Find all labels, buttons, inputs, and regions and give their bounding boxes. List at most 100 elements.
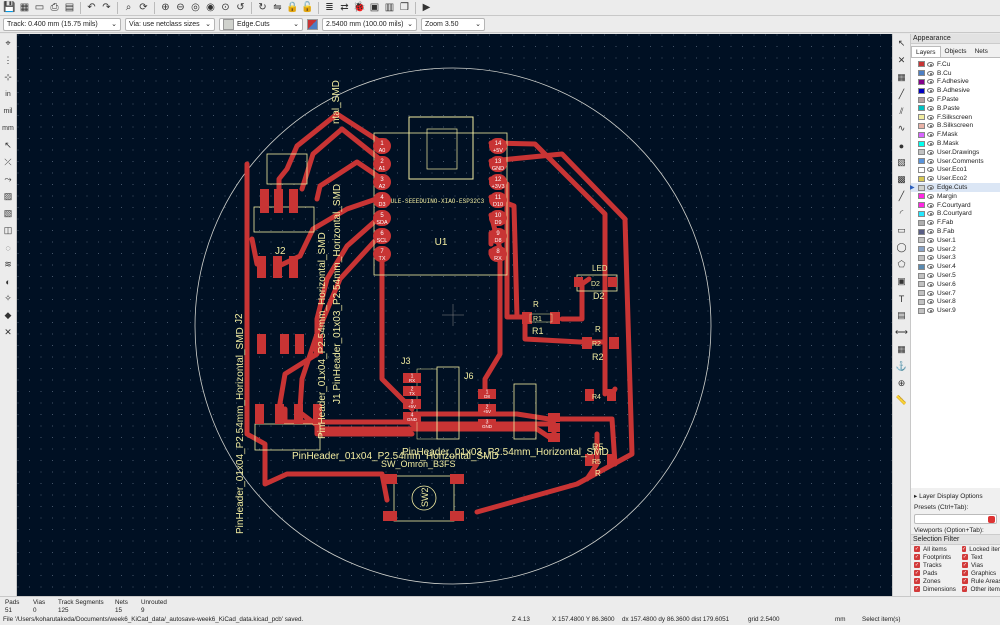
rectangle-icon[interactable]: ▭ <box>895 224 909 237</box>
unlock-icon[interactable]: 🔓 <box>301 1 314 14</box>
layer-color-swatch[interactable] <box>918 166 925 173</box>
layer-row[interactable]: User.9 <box>911 306 1000 315</box>
zone-icon[interactable]: ▧ <box>895 156 909 169</box>
lock-icon[interactable]: 🔒 <box>286 1 299 14</box>
tab-nets[interactable]: Nets <box>971 46 992 57</box>
pcb-drawing[interactable]: MODULE-SEEEDUINO-XIAO-ESP32C3 U1 1A02A13… <box>17 34 892 596</box>
checkbox-icon[interactable]: ✓ <box>962 586 968 592</box>
layer-row[interactable]: B.Courtyard <box>911 210 1000 219</box>
route-track-icon[interactable]: ╱ <box>895 88 909 101</box>
layer-row[interactable]: User.Drawings <box>911 148 1000 157</box>
track-width-select[interactable]: Track: 0.400 mm (15.75 mils) ⌄ <box>3 17 121 31</box>
zoom-in-icon[interactable]: ⊕ <box>159 1 172 14</box>
layer-row[interactable]: User.7 <box>911 289 1000 298</box>
image-icon[interactable]: ▣ <box>895 275 909 288</box>
mil-icon[interactable]: mil <box>2 105 15 118</box>
layer-color-swatch[interactable] <box>918 237 925 244</box>
via-size-select[interactable]: Via: use netclass sizes ⌄ <box>125 17 215 31</box>
checkbox-icon[interactable]: ✓ <box>914 562 920 568</box>
ratsnest-icon[interactable]: ⤫ <box>2 156 15 169</box>
netlist-icon[interactable]: ≣ <box>323 1 336 14</box>
local-ratsnest-icon[interactable]: ✕ <box>895 54 909 67</box>
eye-icon[interactable] <box>927 114 934 120</box>
tune-length-icon[interactable]: ∿ <box>895 122 909 135</box>
layer-row[interactable]: User.8 <box>911 298 1000 307</box>
rotate-ccw-icon[interactable]: ↺ <box>234 1 247 14</box>
eye-icon[interactable] <box>927 193 934 199</box>
checkbox-icon[interactable]: ✓ <box>914 578 920 584</box>
eye-icon[interactable] <box>927 176 934 182</box>
anchor-icon[interactable]: ⚓ <box>895 360 909 373</box>
zoom-select[interactable]: Zoom 3.50 ⌄ <box>421 17 485 31</box>
layer-color-swatch[interactable] <box>918 70 925 77</box>
text-icon[interactable]: T <box>895 292 909 305</box>
grid-icon[interactable]: ⋮ <box>2 54 15 67</box>
find-icon[interactable]: ⌕ <box>122 1 135 14</box>
polar-icon[interactable]: ⊹ <box>2 71 15 84</box>
checkbox-icon[interactable]: ✓ <box>914 546 920 552</box>
tab-objects[interactable]: Objects <box>941 46 971 57</box>
print-icon[interactable]: ⎙ <box>48 1 61 14</box>
redo-icon[interactable]: ↷ <box>100 1 113 14</box>
cursor-icon[interactable]: ↖ <box>2 139 15 152</box>
layer-color-swatch[interactable] <box>918 202 925 209</box>
layer-row[interactable]: F.Adhesive <box>911 78 1000 87</box>
selection-filter-item[interactable]: ✓ Other items <box>962 585 1000 593</box>
checkbox-icon[interactable]: ✓ <box>914 570 920 576</box>
layer-color-swatch[interactable] <box>918 158 925 165</box>
eye-icon[interactable] <box>927 132 934 138</box>
selection-filter-item[interactable]: ✓ Dimensions <box>914 585 962 593</box>
checkbox-icon[interactable]: ✓ <box>962 546 967 552</box>
zone-outline-icon[interactable]: ▧ <box>2 207 15 220</box>
layer-color-swatch[interactable] <box>918 228 925 235</box>
layer-row[interactable]: B.Fab <box>911 227 1000 236</box>
polygon-icon[interactable]: ⬠ <box>895 258 909 271</box>
selection-filter-item[interactable]: ✓ Graphics <box>962 569 1000 577</box>
arrow-icon[interactable]: ↖ <box>895 37 909 50</box>
layer-row[interactable]: B.Mask <box>911 139 1000 148</box>
layer-pair-icon[interactable] <box>307 18 318 30</box>
presets-select[interactable] <box>914 514 997 524</box>
layer-color-swatch[interactable] <box>918 149 925 156</box>
via-outline-icon[interactable]: ◌ <box>2 241 15 254</box>
update-pcb-icon[interactable]: ⇄ <box>338 1 351 14</box>
eye-icon[interactable] <box>927 255 934 261</box>
layer-row[interactable]: F.Silkscreen <box>911 113 1000 122</box>
checkbox-icon[interactable]: ✓ <box>962 562 968 568</box>
pcb-canvas[interactable]: MODULE-SEEEDUINO-XIAO-ESP32C3 U1 1 A0 2 A1 3… <box>17 34 892 596</box>
layer-color-swatch[interactable] <box>918 290 925 297</box>
layer-row[interactable]: ▶ Edge.Cuts <box>910 183 1000 192</box>
checkbox-icon[interactable]: ✓ <box>962 578 968 584</box>
grid-select[interactable]: 2.5400 mm (100.00 mils) ⌄ <box>322 17 417 31</box>
layer-color-swatch[interactable] <box>918 298 925 305</box>
selection-filter-item[interactable]: ✓ Pads <box>914 569 962 577</box>
layer-color-swatch[interactable] <box>918 254 925 261</box>
eye-icon[interactable] <box>927 149 934 155</box>
origin-icon[interactable]: ⊕ <box>895 377 909 390</box>
layer-row[interactable]: User.5 <box>911 271 1000 280</box>
rotate-cw-icon[interactable]: ↻ <box>256 1 269 14</box>
layer-color-swatch[interactable] <box>918 219 925 226</box>
eye-icon[interactable] <box>927 273 934 279</box>
refresh-icon[interactable]: ⟳ <box>137 1 150 14</box>
eye-icon[interactable] <box>927 79 934 85</box>
selection-filter-item[interactable]: ✓Locked items <box>962 545 1000 553</box>
inch-icon[interactable]: in <box>2 88 15 101</box>
layers-manager-icon[interactable]: ◆ <box>2 309 15 322</box>
eye-icon[interactable] <box>927 246 934 252</box>
checkbox-icon[interactable]: ✓ <box>962 570 968 576</box>
layer-color-swatch[interactable] <box>918 263 925 270</box>
selection-filter-item[interactable]: ✓ Rule Areas <box>962 577 1000 585</box>
zoom-fit-icon[interactable]: ◎ <box>189 1 202 14</box>
track-outline-icon[interactable]: ≋ <box>2 258 15 271</box>
eye-icon[interactable] <box>927 290 934 296</box>
selection-filter-item[interactable]: ✓ Zones <box>914 577 962 585</box>
layer-row[interactable]: F.Courtyard <box>911 201 1000 210</box>
layer-row[interactable]: Margin <box>911 192 1000 201</box>
plot-icon[interactable]: ▤ <box>63 1 76 14</box>
eye-icon[interactable] <box>927 141 934 147</box>
route-diff-pair-icon[interactable]: ⫽ <box>895 105 909 118</box>
checkbox-icon[interactable]: ✓ <box>914 554 920 560</box>
zoom-selection-icon[interactable]: ⊙ <box>219 1 232 14</box>
layer-row[interactable]: User.4 <box>911 262 1000 271</box>
